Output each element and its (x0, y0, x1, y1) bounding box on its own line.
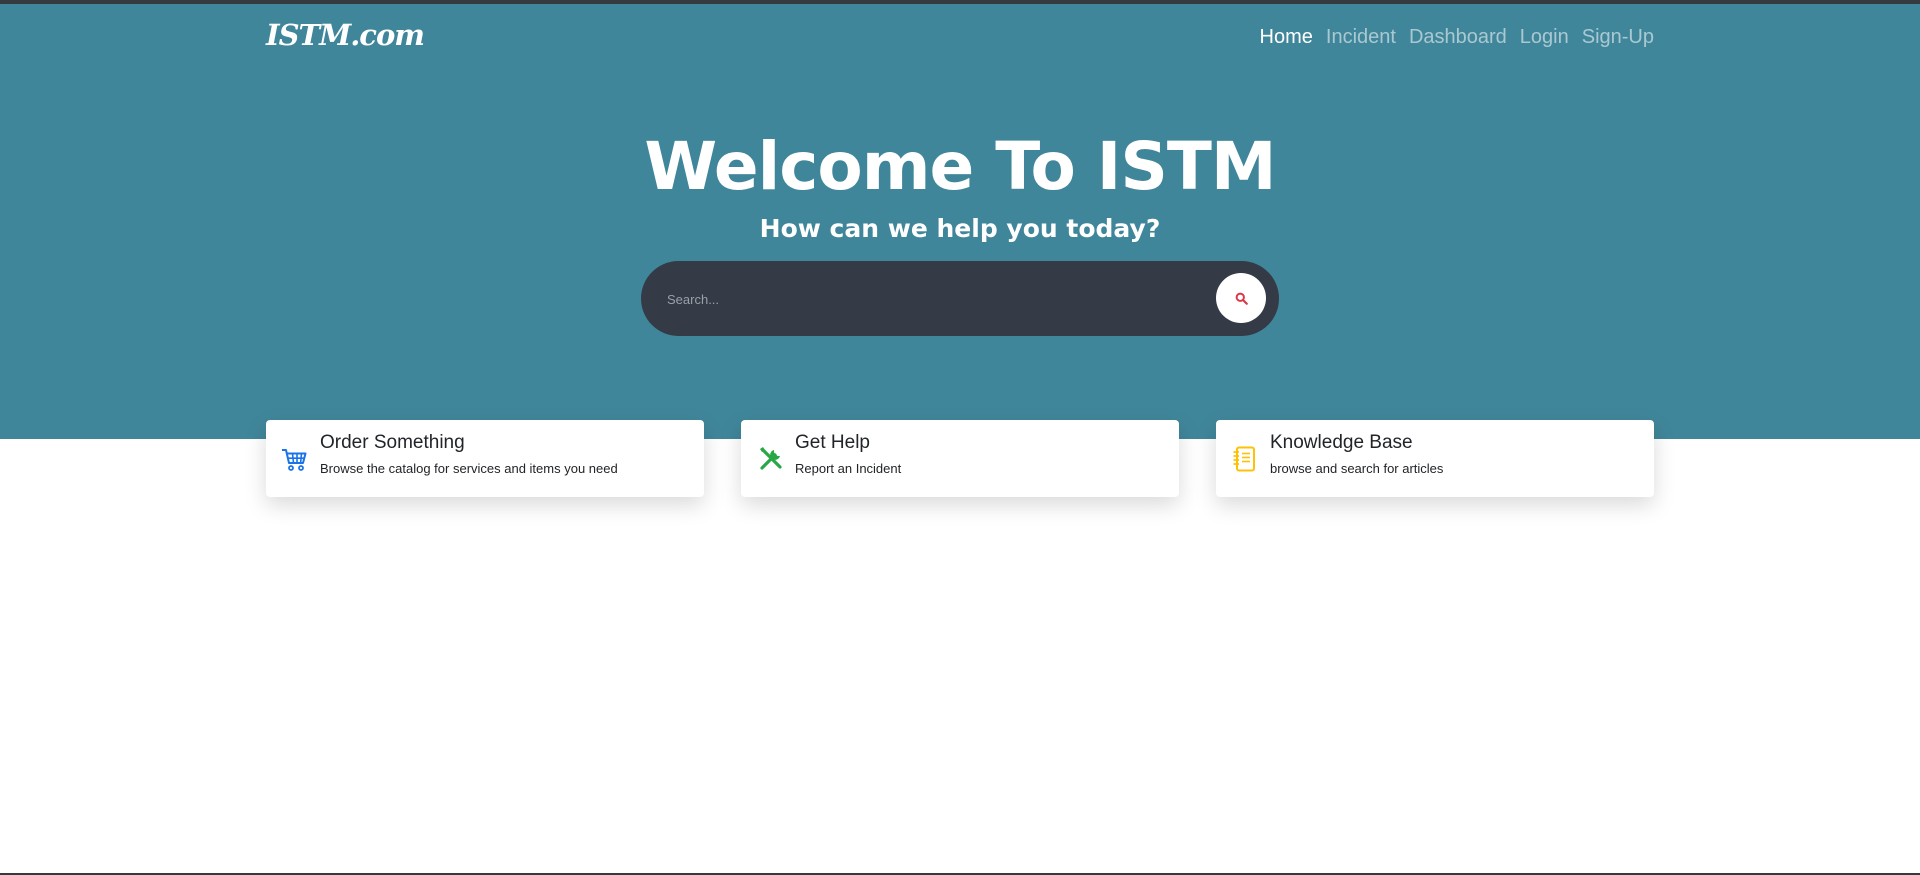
notebook-icon (1233, 446, 1255, 472)
nav-login[interactable]: Login (1520, 26, 1569, 49)
search-input[interactable] (665, 283, 1189, 315)
nav-dashboard[interactable]: Dashboard (1409, 26, 1507, 49)
shopping-cart-icon (282, 449, 307, 471)
nav-home[interactable]: Home (1260, 26, 1313, 49)
nav-sign-up[interactable]: Sign-Up (1582, 26, 1654, 49)
hero-subtitle: How can we help you today? (759, 214, 1161, 243)
tools-icon (760, 447, 782, 470)
hero-title: Welcome To ISTM (644, 128, 1276, 205)
card-get-help[interactable]: Get Help Report an Incident (741, 420, 1179, 497)
search-icon (1235, 292, 1248, 305)
card-description: Report an Incident (795, 461, 902, 476)
brand-logo[interactable]: ISTM.com (266, 18, 425, 52)
search-button[interactable] (1216, 273, 1266, 323)
card-title: Order Something (320, 432, 465, 453)
card-title: Get Help (795, 432, 870, 453)
card-knowledge-base[interactable]: Knowledge Base browse and search for art… (1216, 420, 1654, 497)
search-bar (641, 261, 1279, 336)
card-description: browse and search for articles (1270, 461, 1444, 476)
card-description: Browse the catalog for services and item… (320, 461, 618, 476)
card-title: Knowledge Base (1270, 432, 1413, 453)
navbar: ISTM.com Home Incident Dashboard Login S… (266, 4, 1654, 72)
nav-links: Home Incident Dashboard Login Sign-Up (1260, 26, 1654, 49)
nav-incident[interactable]: Incident (1326, 26, 1396, 49)
card-order-something[interactable]: Order Something Browse the catalog for s… (266, 420, 704, 497)
